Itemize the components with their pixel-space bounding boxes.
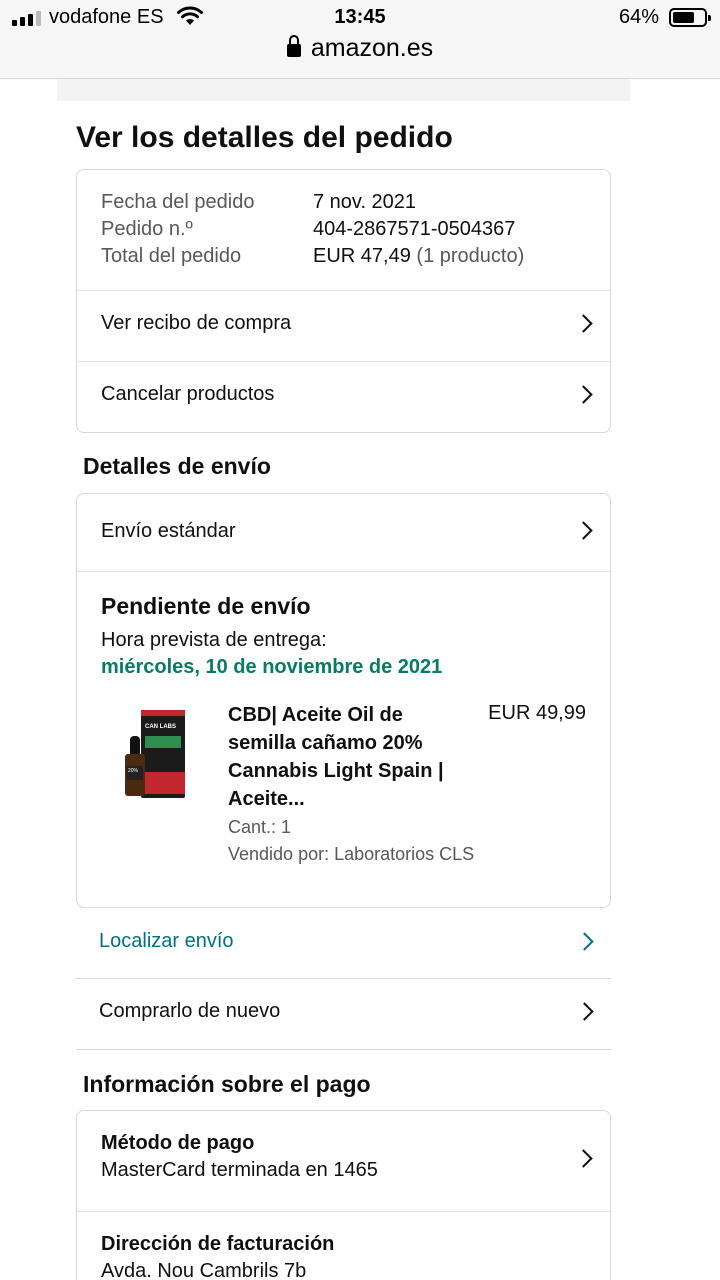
shipping-method-label: Envío estándar	[101, 520, 236, 542]
url-text: amazon.es	[310, 34, 434, 62]
cancel-products-row[interactable]: Cancelar productos	[77, 361, 610, 433]
billing-address-label: Dirección de facturación	[101, 1233, 335, 1255]
product-title-line: Aceite...	[228, 788, 305, 810]
browser-chrome: vodafone ES 13:45 64% amazon.es	[0, 0, 720, 79]
clock: 13:45	[334, 6, 386, 28]
billing-address-row: Dirección de facturación Avda. Nou Cambr…	[77, 1211, 610, 1280]
product-image[interactable]: CAN LABS 20%	[113, 700, 193, 800]
chevron-right-icon	[574, 1149, 593, 1168]
lock-icon	[286, 35, 301, 57]
page-title: Ver los detalles del pedido	[76, 121, 453, 154]
track-package-label: Localizar envío	[99, 930, 234, 952]
order-total-label: Total del pedido	[101, 245, 242, 267]
order-date-label: Fecha del pedido	[101, 191, 255, 213]
order-summary-card: Fecha del pedido 7 nov. 2021 Pedido n.º …	[76, 169, 611, 433]
payment-method-row[interactable]: Método de pago MasterCard terminada en 1…	[77, 1111, 610, 1211]
status-bar: vodafone ES 13:45 64%	[0, 0, 720, 36]
billing-address-value: Avda. Nou Cambrils 7b	[101, 1260, 307, 1280]
shipment-details: Pendiente de envío Hora prevista de entr…	[77, 571, 610, 908]
shipping-heading: Detalles de envío	[83, 453, 271, 479]
chevron-right-icon	[574, 385, 593, 404]
product-seller: Vendido por: Laboratorios CLS	[228, 844, 475, 864]
shipping-card: Envío estándar Pendiente de envío Hora p…	[76, 493, 611, 908]
shipment-status: Pendiente de envío	[101, 593, 311, 619]
product-title-line: semilla cañamo 20%	[228, 732, 423, 754]
buy-again-label: Comprarlo de nuevo	[99, 1000, 281, 1022]
payment-card: Método de pago MasterCard terminada en 1…	[76, 1110, 611, 1280]
chevron-right-icon	[574, 314, 593, 333]
product-quantity: Cant.: 1	[228, 817, 292, 837]
product-box-brand: CAN LABS	[145, 724, 176, 730]
buy-again-row[interactable]: Comprarlo de nuevo	[76, 979, 611, 1050]
track-package-row[interactable]: Localizar envío	[76, 909, 611, 979]
product-box: CAN LABS	[141, 710, 185, 798]
payment-heading: Información sobre el pago	[83, 1071, 371, 1097]
order-total-count: (1 producto)	[416, 245, 525, 267]
header-remnant	[57, 79, 630, 101]
product-price: EUR 49,99	[488, 702, 586, 724]
payment-method-label: Método de pago	[101, 1132, 255, 1154]
eta-date: miércoles, 10 de noviembre de 2021	[101, 656, 443, 678]
payment-method-value: MasterCard terminada en 1465	[101, 1159, 378, 1181]
order-total-amount: EUR 47,49	[313, 245, 411, 267]
product-bottle: 20%	[125, 736, 145, 796]
chevron-right-icon	[575, 932, 594, 951]
product-title[interactable]: CBD| Aceite Oil de semilla cañamo 20% Ca…	[228, 701, 478, 813]
order-total-value: EUR 47,49 (1 producto)	[313, 245, 524, 268]
product-bottle-percent: 20%	[128, 768, 139, 774]
cancel-products-label: Cancelar productos	[101, 383, 275, 405]
shipping-method-row[interactable]: Envío estándar	[77, 494, 610, 571]
product-title-line: CBD| Aceite Oil de	[228, 704, 403, 726]
battery-icon	[669, 8, 711, 27]
address-bar[interactable]: amazon.es	[0, 34, 720, 63]
chevron-right-icon	[575, 1002, 594, 1021]
view-receipt-label: Ver recibo de compra	[101, 312, 292, 334]
order-date-value: 7 nov. 2021	[313, 191, 417, 213]
order-number-value: 404-2867571-0504367	[313, 218, 516, 240]
product-title-line: Cannabis Light Spain |	[228, 760, 444, 782]
battery-percentage: 64%	[619, 6, 660, 28]
chevron-right-icon	[574, 521, 593, 540]
eta-label: Hora prevista de entrega:	[101, 629, 327, 651]
view-receipt-row[interactable]: Ver recibo de compra	[77, 290, 610, 361]
order-number-label: Pedido n.º	[101, 218, 193, 240]
